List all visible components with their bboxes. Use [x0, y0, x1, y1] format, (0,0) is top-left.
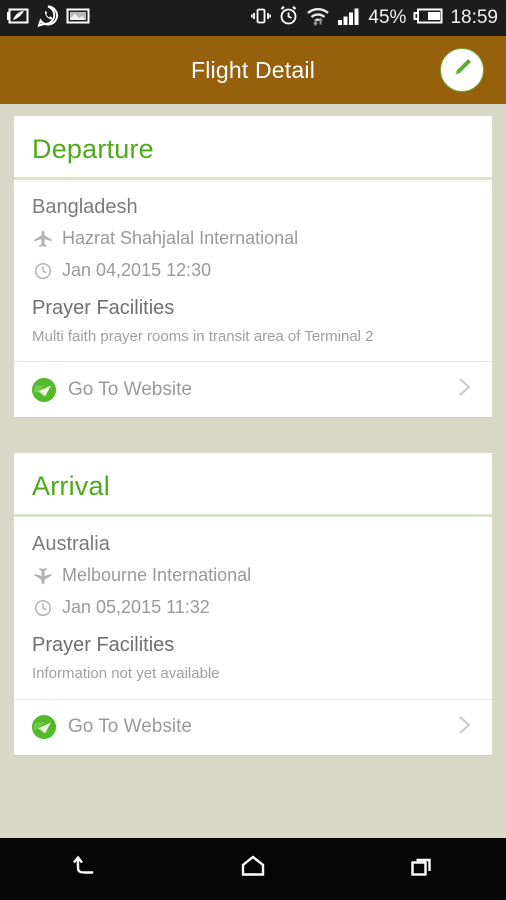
- home-button[interactable]: [213, 838, 293, 900]
- back-icon: [69, 854, 99, 885]
- departure-card-body: Bangladesh Hazrat Shahjalal Internationa…: [14, 180, 492, 361]
- arrival-time-row: Jan 05,2015 11:32: [32, 597, 474, 618]
- arrival-go-to-website-row[interactable]: Go To Website: [14, 698, 492, 755]
- back-button[interactable]: [44, 838, 124, 900]
- departure-airport-row: Hazrat Shahjalal International: [32, 228, 474, 249]
- arrival-website-label: Go To Website: [68, 716, 192, 737]
- status-bar-left-icons: [6, 5, 97, 32]
- note-feather-icon: [6, 7, 30, 30]
- vibrate-icon: [251, 6, 272, 31]
- arrival-datetime-label: Jan 05,2015 11:32: [62, 597, 210, 618]
- section-title: Departure: [32, 134, 154, 164]
- battery-percent-label: 45%: [368, 7, 407, 28]
- home-icon: [239, 854, 267, 885]
- departure-section-header: Departure: [14, 116, 492, 180]
- departure-go-to-website-row[interactable]: Go To Website: [14, 361, 492, 417]
- arrival-facility-text: Information not yet available: [32, 665, 220, 683]
- pencil-edit-icon: [450, 56, 474, 85]
- globe-website-icon: [32, 377, 56, 402]
- departure-facility-text: Multi faith prayer rooms in transit area…: [32, 328, 374, 345]
- whatsapp-icon: [37, 5, 59, 32]
- arrival-card: Arrival Australia Melbourne Internationa…: [14, 453, 492, 755]
- screenshot-image-icon: [66, 7, 90, 30]
- clock-icon: [32, 261, 54, 281]
- arrival-facility-label: Prayer Facilities: [32, 634, 175, 657]
- globe-website-icon: [32, 715, 56, 739]
- status-bar: 45% 18:59: [0, 0, 506, 36]
- departure-card: Departure Bangladesh Hazrat Shahjalal In…: [14, 116, 492, 418]
- chevron-right-icon: [456, 373, 474, 406]
- edit-button[interactable]: [440, 48, 484, 92]
- recents-button[interactable]: [382, 838, 462, 900]
- departure-datetime-label: Jan 04,2015 12:30: [62, 260, 212, 280]
- arrival-airport-label: Melbourne International: [62, 565, 252, 586]
- clock-icon: [32, 598, 54, 618]
- departure-website-label: Go To Website: [68, 378, 192, 400]
- phone-screen: 45% 18:59 Flight Detail Departure Bangla…: [0, 0, 506, 900]
- signal-bars-icon: [337, 6, 361, 31]
- arrival-country: Australia: [32, 533, 110, 556]
- status-bar-right-icons: 45% 18:59: [244, 5, 498, 31]
- airplane-landing-icon: [32, 566, 54, 586]
- app-bar: Flight Detail: [0, 36, 506, 104]
- wifi-icon: [306, 6, 330, 31]
- flight-detail-content: Departure Bangladesh Hazrat Shahjalal In…: [0, 104, 506, 838]
- page-title: Flight Detail: [190, 56, 316, 83]
- arrival-section-header: Arrival: [14, 453, 492, 518]
- departure-country: Bangladesh: [32, 196, 138, 218]
- battery-icon: [413, 7, 443, 30]
- departure-facility-label: Prayer Facilities: [32, 297, 175, 319]
- departure-airport-label: Hazrat Shahjalal International: [62, 228, 299, 248]
- chevron-right-icon: [456, 711, 474, 744]
- arrival-card-body: Australia Melbourne International Jan 05…: [14, 517, 492, 698]
- recents-icon: [408, 854, 436, 885]
- arrival-airport-row: Melbourne International: [32, 565, 474, 586]
- system-navigation-bar: [0, 838, 506, 900]
- clock-time-label: 18:59: [450, 7, 498, 28]
- airplane-takeoff-icon: [32, 229, 54, 249]
- alarm-clock-icon: [278, 5, 299, 31]
- section-title: Arrival: [32, 471, 110, 502]
- departure-time-row: Jan 04,2015 12:30: [32, 260, 474, 281]
